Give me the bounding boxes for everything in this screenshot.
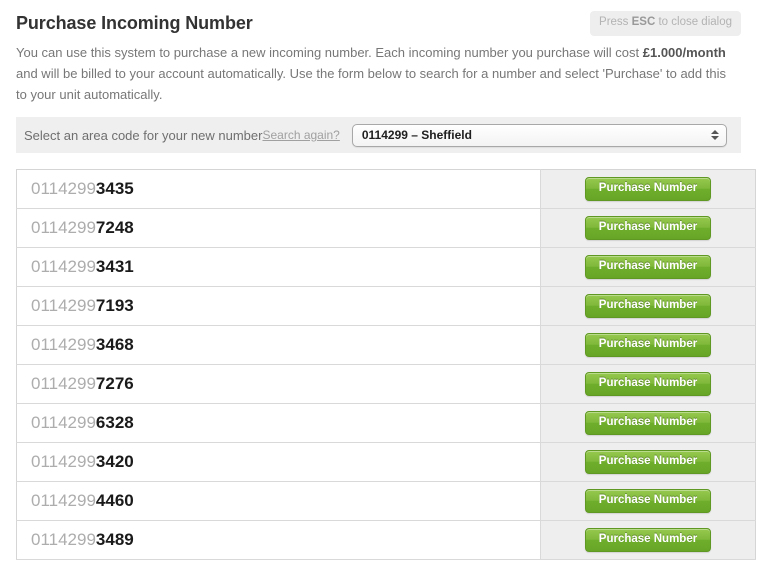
search-again-link[interactable]: Search again? — [262, 128, 339, 142]
number-prefix: 0114299 — [31, 257, 96, 276]
number-suffix: 3468 — [95, 335, 134, 354]
available-numbers-table: 01142993435 Purchase Number 01142997248 … — [16, 169, 756, 560]
number-prefix: 0114299 — [31, 374, 96, 393]
available-numbers-body: 01142993435 Purchase Number 01142997248 … — [16, 169, 756, 560]
number-suffix: 7276 — [95, 374, 134, 393]
number-prefix: 0114299 — [31, 530, 96, 549]
table-row: 01142997276 Purchase Number — [16, 364, 756, 404]
table-row: 01142996328 Purchase Number — [16, 403, 756, 443]
purchase-number-button[interactable]: Purchase Number — [584, 527, 712, 553]
price-label: £1.000/month — [642, 45, 726, 60]
number-suffix: 7248 — [95, 218, 134, 237]
esc-hint-prefix: Press — [599, 16, 632, 28]
purchase-number-button[interactable]: Purchase Number — [584, 176, 712, 202]
table-row: 01142993420 Purchase Number — [16, 442, 756, 482]
dialog-description: You can use this system to purchase a ne… — [0, 34, 757, 105]
action-cell: Purchase Number — [540, 286, 756, 326]
area-code-select[interactable]: 0114299 – Sheffield — [351, 123, 727, 147]
purchase-number-button[interactable]: Purchase Number — [584, 449, 712, 475]
table-row: 01142993435 Purchase Number — [16, 169, 756, 209]
number-cell: 01142997248 — [16, 208, 541, 248]
area-code-select-value: 0114299 – Sheffield — [361, 128, 472, 142]
number-cell: 01142996328 — [16, 403, 541, 443]
number-cell: 01142993435 — [16, 169, 541, 209]
table-row: 01142997248 Purchase Number — [16, 208, 756, 248]
purchase-incoming-number-dialog: Purchase Incoming Number Press ESC to cl… — [0, 0, 757, 565]
action-cell: Purchase Number — [540, 520, 756, 560]
number-suffix: 3420 — [95, 452, 134, 471]
number-prefix: 0114299 — [31, 452, 96, 471]
number-suffix: 7193 — [95, 296, 134, 315]
up-down-stepper-icon[interactable] — [710, 127, 719, 143]
purchase-number-button[interactable]: Purchase Number — [584, 254, 712, 280]
table-row: 01142993489 Purchase Number — [16, 520, 756, 560]
action-cell: Purchase Number — [540, 208, 756, 248]
description-part-1: You can use this system to purchase a ne… — [16, 45, 643, 60]
action-cell: Purchase Number — [540, 364, 756, 404]
table-row: 01142997193 Purchase Number — [16, 286, 756, 326]
dialog-header: Purchase Incoming Number Press ESC to cl… — [0, 0, 757, 36]
number-cell: 01142997276 — [16, 364, 541, 404]
table-row: 01142994460 Purchase Number — [16, 481, 756, 521]
number-suffix: 3431 — [95, 257, 134, 276]
table-row: 01142993431 Purchase Number — [16, 247, 756, 287]
number-cell: 01142997193 — [16, 286, 541, 326]
number-cell: 01142993489 — [16, 520, 541, 560]
action-cell: Purchase Number — [540, 325, 756, 365]
number-cell: 01142993468 — [16, 325, 541, 365]
purchase-number-button[interactable]: Purchase Number — [584, 371, 712, 397]
number-suffix: 3435 — [95, 179, 134, 198]
action-cell: Purchase Number — [540, 481, 756, 521]
number-cell: 01142993431 — [16, 247, 541, 287]
description-part-2: and will be billed to your account autom… — [16, 66, 726, 102]
number-prefix: 0114299 — [31, 335, 96, 354]
number-prefix: 0114299 — [31, 413, 96, 432]
purchase-number-button[interactable]: Purchase Number — [584, 332, 712, 358]
number-cell: 01142993420 — [16, 442, 541, 482]
purchase-number-button[interactable]: Purchase Number — [584, 293, 712, 319]
purchase-number-button[interactable]: Purchase Number — [584, 410, 712, 436]
purchase-number-button[interactable]: Purchase Number — [584, 488, 712, 514]
number-prefix: 0114299 — [31, 179, 96, 198]
number-suffix: 4460 — [95, 491, 134, 510]
area-code-form-row: Select an area code for your new number … — [16, 117, 741, 153]
number-suffix: 6328 — [95, 413, 134, 432]
number-prefix: 0114299 — [31, 491, 96, 510]
esc-close-hint-badge: Press ESC to close dialog — [590, 11, 741, 36]
action-cell: Purchase Number — [540, 169, 756, 209]
action-cell: Purchase Number — [540, 247, 756, 287]
number-prefix: 0114299 — [31, 218, 96, 237]
action-cell: Purchase Number — [540, 442, 756, 482]
esc-key-label: ESC — [631, 16, 656, 28]
action-cell: Purchase Number — [540, 403, 756, 443]
number-suffix: 3489 — [95, 530, 134, 549]
esc-hint-suffix: to close dialog — [655, 16, 732, 28]
area-code-label: Select an area code for your new number — [24, 127, 263, 143]
number-cell: 01142994460 — [16, 481, 541, 521]
table-row: 01142993468 Purchase Number — [16, 325, 756, 365]
purchase-number-button[interactable]: Purchase Number — [584, 215, 712, 241]
number-prefix: 0114299 — [31, 296, 96, 315]
